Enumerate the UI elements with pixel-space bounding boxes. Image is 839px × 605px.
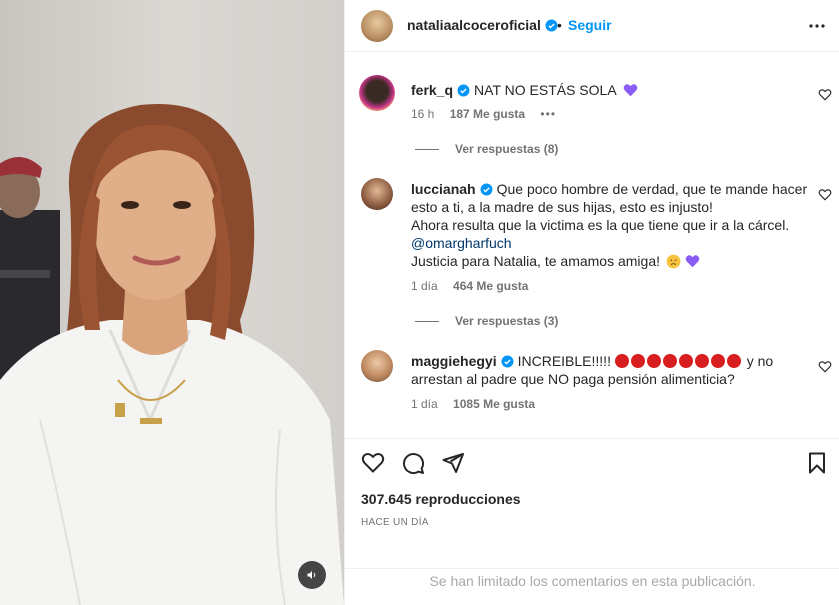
comment-body: ferk_q NAT NO ESTÁS SOLA (411, 81, 811, 99)
comment-mention-link[interactable]: @omargharfuch (411, 235, 512, 251)
verified-badge-icon (480, 183, 493, 196)
speaker-icon (307, 571, 316, 579)
angry-face-icon (646, 354, 661, 368)
comment-body: luccianah Que poco hombre de verdad, que … (411, 180, 811, 270)
comment-item: luccianah Que poco hombre de verdad, que … (361, 178, 832, 308)
comment-body: maggiehegyi INCREIBLE!!!!! y no arrestan … (411, 352, 811, 388)
like-comment-icon[interactable] (818, 360, 832, 374)
comment-likes[interactable]: 464 Me gusta (453, 279, 528, 293)
author-username[interactable]: nataliaalcoceroficial (407, 17, 558, 33)
woman-on-video (0, 103, 344, 605)
view-replies-label[interactable]: Ver respuestas (3) (455, 314, 558, 328)
replies-divider (415, 149, 439, 151)
like-comment-icon[interactable] (818, 188, 832, 202)
save-icon[interactable] (805, 451, 829, 475)
verified-badge-icon (457, 84, 470, 97)
commenter-avatar[interactable] (361, 350, 393, 382)
angry-face-icon (710, 354, 725, 368)
like-icon[interactable] (361, 451, 385, 475)
view-replies-button[interactable]: Ver respuestas (8) (415, 142, 558, 156)
purple-heart-icon (685, 255, 700, 268)
view-replies-button[interactable]: Ver respuestas (3) (415, 314, 558, 328)
verified-badge-icon (545, 19, 558, 32)
view-replies-label[interactable]: Ver respuestas (8) (455, 142, 558, 156)
purple-heart-icon (623, 84, 638, 97)
share-icon[interactable] (441, 451, 465, 475)
angry-face-icon (726, 354, 741, 368)
post-video[interactable] (0, 0, 344, 605)
commenter-username[interactable]: luccianah (411, 181, 476, 197)
angry-face-icon (662, 354, 677, 368)
comment-meta: 1 día 464 Me gusta (411, 279, 540, 293)
angry-emoji-row (614, 353, 747, 369)
comment-meta: 16 h 187 Me gusta ••• (411, 107, 568, 121)
sad-face-icon (666, 254, 681, 269)
comment-icon[interactable] (401, 451, 425, 475)
commenter-username[interactable]: ferk_q (411, 82, 453, 98)
author-username-text[interactable]: nataliaalcoceroficial (407, 17, 541, 33)
comment-text-line3: Justicia para Natalia, te amamos amiga! (411, 253, 660, 269)
views-count[interactable]: 307.645 reproducciones (361, 491, 521, 507)
comment-likes[interactable]: 187 Me gusta (450, 107, 525, 121)
comment-text: NAT NO ESTÁS SOLA (474, 82, 616, 98)
verified-badge-icon (501, 355, 514, 368)
comment-time[interactable]: 16 h (411, 107, 434, 121)
comment-text-line2: Ahora resulta que la victima es la que t… (411, 217, 790, 233)
comment-time[interactable]: 1 día (411, 397, 438, 411)
post-details-panel: nataliaalcoceroficial • Seguir ferk_q NAT… (344, 0, 839, 605)
replies-divider (415, 321, 439, 323)
commenter-avatar[interactable] (359, 75, 395, 111)
comment-meta: 1 día 1085 Me gusta (411, 397, 547, 411)
post-actions: 307.645 reproducciones HACE UN DÍA (345, 438, 839, 568)
comment-options-icon[interactable]: ••• (540, 107, 556, 121)
author-avatar[interactable] (361, 10, 393, 42)
follow-button[interactable]: Seguir (568, 17, 612, 33)
post-date[interactable]: HACE UN DÍA (361, 517, 429, 528)
angry-face-icon (678, 354, 693, 368)
angry-face-icon (630, 354, 645, 368)
comment-likes[interactable]: 1085 Me gusta (453, 397, 535, 411)
comments-limited-text: Se han limitado los comentarios en esta … (429, 573, 756, 589)
angry-face-icon (694, 354, 709, 368)
mute-button[interactable] (298, 561, 326, 589)
more-options-icon[interactable] (807, 14, 827, 38)
commenter-avatar[interactable] (361, 178, 393, 210)
header-separator: • (557, 17, 562, 33)
comments-limited-notice: Se han limitado los comentarios en esta … (345, 568, 839, 605)
comment-time[interactable]: 1 día (411, 279, 438, 293)
commenter-username[interactable]: maggiehegyi (411, 353, 497, 369)
angry-face-icon (614, 354, 629, 368)
comment-item: maggiehegyi INCREIBLE!!!!! y no arrestan … (361, 350, 832, 420)
post-header: nataliaalcoceroficial • Seguir (345, 0, 839, 52)
like-comment-icon[interactable] (818, 88, 832, 102)
comment-text-line1: INCREIBLE!!!!! (517, 353, 611, 369)
